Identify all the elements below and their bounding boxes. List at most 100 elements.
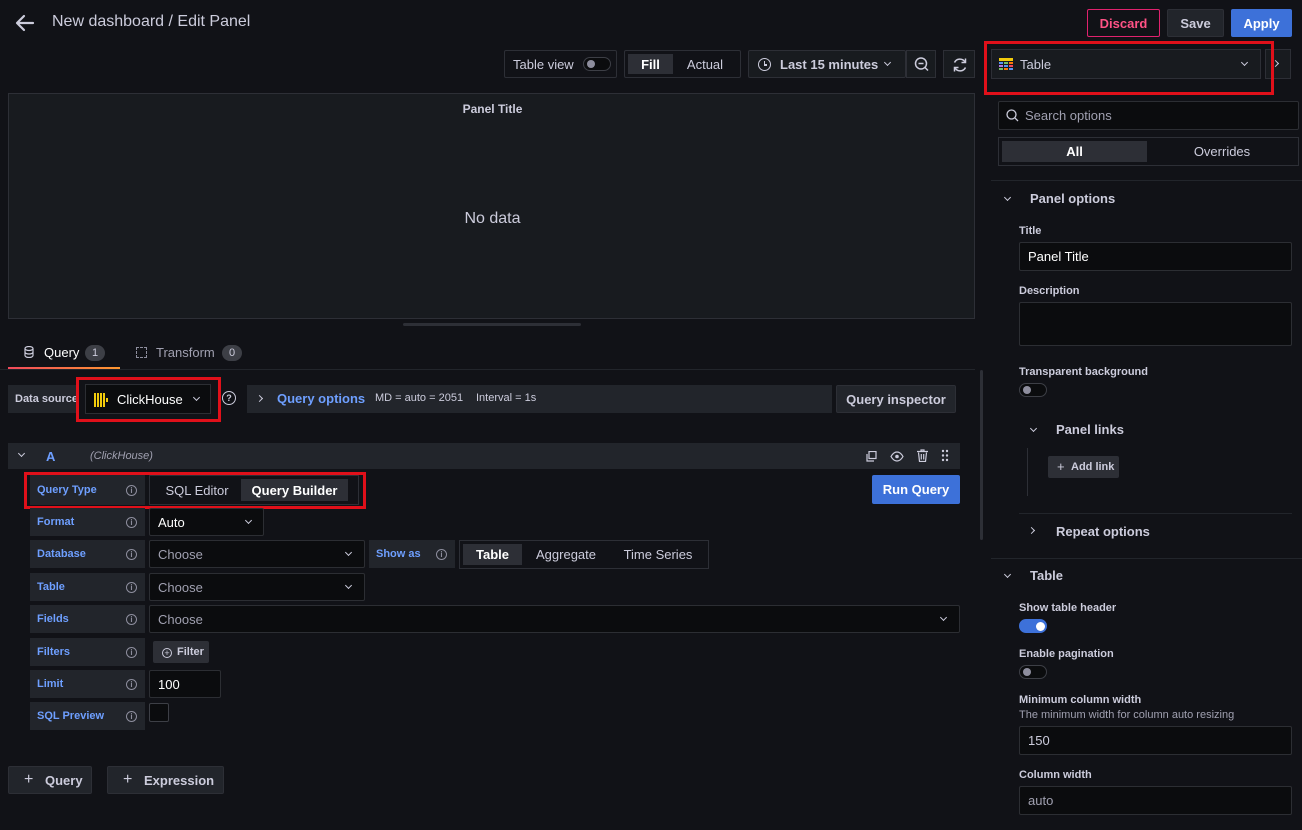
tab-all[interactable]: All	[1002, 141, 1147, 162]
fill-actual-group: Fill Actual	[624, 50, 741, 78]
show-as-aggregate[interactable]: Aggregate	[526, 544, 606, 565]
table-view-switch[interactable]	[583, 57, 611, 71]
visualization-picker[interactable]: Table	[991, 49, 1261, 79]
format-select[interactable]: Auto	[149, 508, 264, 536]
query-builder-option[interactable]: Query Builder	[241, 479, 348, 501]
show-header-label: Show table header	[1019, 602, 1117, 614]
chevron-down-icon[interactable]	[1029, 424, 1038, 433]
add-expression-label: Expression	[144, 773, 215, 788]
fields-placeholder: Choose	[158, 611, 203, 627]
eye-icon[interactable]	[890, 450, 904, 462]
table-section-title[interactable]: Table	[1030, 568, 1063, 583]
sql-editor-option[interactable]: SQL Editor	[154, 479, 240, 501]
options-tabs: All Overrides	[998, 137, 1299, 166]
chevron-down-icon[interactable]	[1003, 193, 1012, 202]
tab-transform[interactable]: Transform 0	[125, 337, 255, 369]
collapse-options-icon[interactable]	[1265, 49, 1291, 79]
drag-handle-icon[interactable]	[941, 449, 949, 462]
time-range-picker[interactable]: Last 15 minutes	[748, 50, 906, 78]
chevron-right-icon[interactable]	[1027, 526, 1036, 535]
database-select[interactable]: Choose	[149, 540, 365, 568]
add-link-button[interactable]: + Add link	[1048, 456, 1119, 478]
add-expression-button[interactable]: + Expression	[107, 766, 224, 794]
duplicate-icon[interactable]	[866, 450, 877, 462]
time-range-label: Last 15 minutes	[780, 57, 879, 72]
chevron-down-icon[interactable]	[17, 449, 26, 458]
md-text: MD = auto = 2051	[375, 392, 464, 404]
limit-input[interactable]: 100	[149, 670, 221, 698]
tab-query-label: Query	[44, 345, 80, 360]
save-button[interactable]: Save	[1167, 9, 1224, 37]
table-select[interactable]: Choose	[149, 573, 365, 601]
trash-icon[interactable]	[917, 449, 928, 463]
info-icon: i	[126, 711, 137, 722]
title-input[interactable]: Panel Title	[1019, 242, 1292, 271]
fill-option[interactable]: Fill	[628, 54, 673, 74]
info-icon: i	[126, 647, 137, 658]
min-width-label: Minimum column width	[1019, 694, 1142, 706]
description-textarea[interactable]	[1019, 302, 1292, 346]
clock-icon	[758, 58, 771, 71]
back-arrow-icon[interactable]	[14, 12, 36, 34]
datasource-name: ClickHouse	[117, 392, 183, 407]
tab-transform-count: 0	[222, 345, 242, 361]
tab-query[interactable]: Query 1	[8, 337, 120, 370]
chevron-down-icon	[192, 393, 201, 402]
info-icon: i	[126, 549, 137, 560]
query-options-label[interactable]: Query options	[277, 391, 365, 406]
datasource-picker[interactable]: ClickHouse	[85, 384, 211, 414]
chevron-down-icon	[344, 548, 353, 557]
add-query-button[interactable]: + Query	[8, 766, 92, 794]
tab-transform-label: Transform	[156, 345, 215, 360]
no-data-text: No data	[464, 210, 521, 227]
zoom-out-icon[interactable]	[906, 50, 936, 78]
min-width-input[interactable]: 150	[1019, 726, 1292, 755]
chevron-down-icon	[344, 581, 353, 590]
query-ref-id[interactable]: A	[46, 449, 55, 464]
transparent-bg-switch[interactable]	[1019, 383, 1047, 397]
panel-links-title[interactable]: Panel links	[1056, 422, 1124, 437]
interval-text: Interval = 1s	[476, 392, 537, 404]
show-as-time-series[interactable]: Time Series	[612, 544, 704, 565]
chevron-down-icon	[244, 516, 253, 525]
plus-icon: +	[24, 771, 34, 788]
search-options-placeholder: Search options	[1025, 108, 1112, 123]
resize-splitter[interactable]	[403, 323, 581, 326]
plus-circle-icon: +	[162, 648, 172, 658]
repeat-options-title[interactable]: Repeat options	[1056, 524, 1150, 539]
title-field-label: Title	[1019, 225, 1042, 237]
column-width-label: Column width	[1019, 769, 1092, 781]
query-inspector-button[interactable]: Query inspector	[836, 385, 956, 413]
info-icon: i	[126, 485, 137, 496]
actual-option[interactable]: Actual	[675, 54, 735, 74]
info-icon: i	[436, 549, 447, 560]
query-options-bar[interactable]: Query options MD = auto = 2051 Interval …	[247, 385, 832, 413]
viz-picker-label: Table	[1020, 57, 1052, 72]
pagination-switch[interactable]	[1019, 665, 1047, 679]
sql-preview-checkbox[interactable]	[149, 703, 169, 722]
column-width-input[interactable]: auto	[1019, 786, 1292, 815]
help-icon[interactable]: ?	[222, 391, 236, 405]
fields-select[interactable]: Choose	[149, 605, 960, 633]
plus-icon: +	[1057, 459, 1065, 474]
refresh-icon[interactable]	[943, 50, 975, 78]
clickhouse-logo-icon	[94, 393, 108, 407]
tab-overrides[interactable]: Overrides	[1149, 141, 1295, 162]
info-icon: i	[126, 517, 137, 528]
show-header-switch[interactable]	[1019, 619, 1047, 633]
table-view-toggle[interactable]: Table view	[504, 50, 617, 78]
panel-options-title[interactable]: Panel options	[1030, 191, 1115, 206]
description-field-label: Description	[1019, 285, 1080, 297]
show-as-switch: Table Aggregate Time Series	[459, 540, 709, 569]
plus-icon: +	[123, 771, 133, 788]
query-scrollbar[interactable]	[980, 370, 983, 540]
show-as-table[interactable]: Table	[463, 544, 522, 565]
add-filter-button[interactable]: + Filter	[153, 641, 209, 663]
discard-button[interactable]: Discard	[1087, 9, 1160, 37]
datasource-label: Data source	[8, 385, 78, 413]
search-options-input[interactable]: Search options	[998, 101, 1299, 130]
chevron-down-icon[interactable]	[1003, 570, 1012, 579]
run-query-button[interactable]: Run Query	[872, 475, 960, 504]
apply-button[interactable]: Apply	[1231, 9, 1292, 37]
chevron-down-icon	[883, 58, 892, 67]
